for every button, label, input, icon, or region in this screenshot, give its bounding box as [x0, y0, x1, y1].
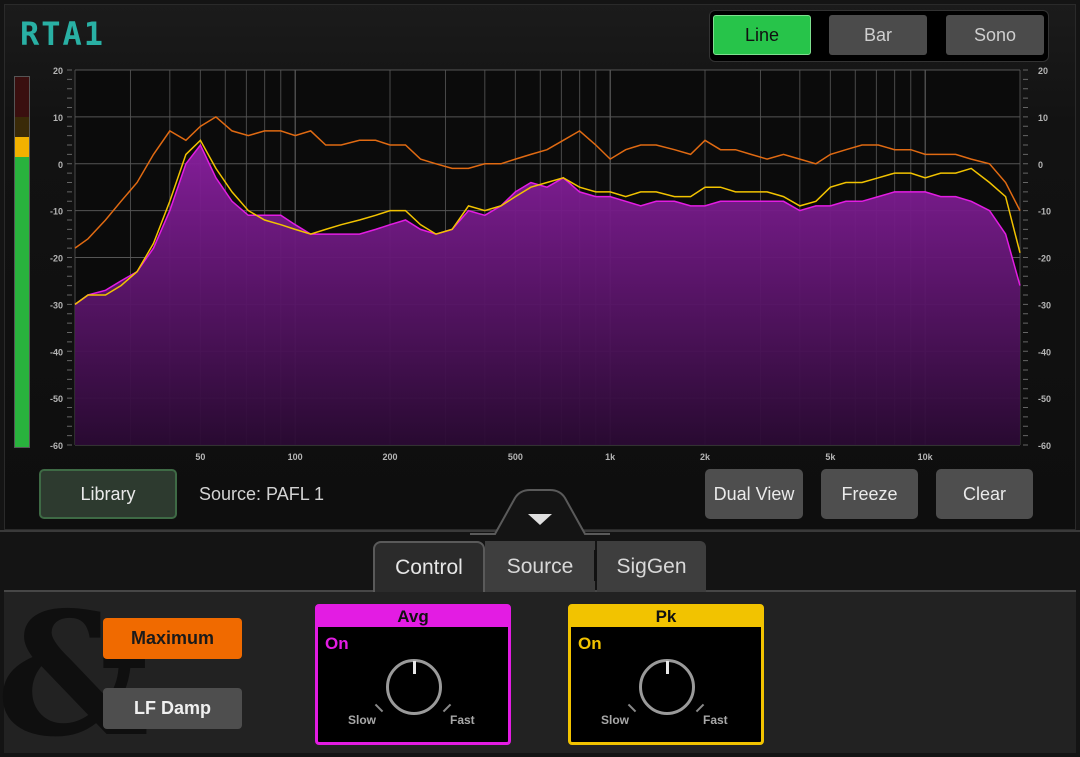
y-tick-label-left: -60 [50, 441, 63, 451]
rta-chart: 20 2010 100 0-10 -10-20 -20-30 -30-40 -40-50 -50… [50, 66, 1051, 462]
x-tick-label: 1k [605, 452, 616, 462]
avg-slow-label: Slow [348, 713, 377, 727]
y-tick-label-left: -30 [50, 300, 63, 310]
avg-title: Avg [318, 607, 508, 627]
rta-window: RTA1 Line Bar Sono 20 20 10 10 0 0 -10 -10 -20 -2… [0, 0, 1080, 757]
tab-siggen[interactable]: SigGen [597, 541, 706, 592]
collapse-handle[interactable] [470, 486, 610, 536]
source-label: Source: PAFL 1 [199, 484, 325, 504]
x-tick-label: 500 [508, 452, 523, 462]
library-button[interactable]: Library [39, 469, 177, 519]
maximum-button[interactable]: Maximum [103, 618, 242, 659]
y-tick-label-left: -40 [50, 347, 63, 357]
y-tick-label-right: -40 [1038, 347, 1051, 357]
avg-panel: Avg On Slow Fast [315, 604, 511, 745]
avg-on-toggle[interactable]: On [325, 634, 349, 654]
lf-damp-button[interactable]: LF Damp [103, 688, 242, 729]
x-tick-label: 200 [382, 452, 397, 462]
y-tick-label-left: 10 [53, 113, 63, 123]
freeze-button[interactable]: Freeze [821, 469, 918, 519]
pk-panel: Pk On Slow Fast [568, 604, 764, 745]
x-tick-label: 10k [918, 452, 934, 462]
y-tick-label-right: 10 [1038, 113, 1048, 123]
y-tick-label-left: -50 [50, 394, 63, 404]
x-tick-label: 2k [700, 452, 711, 462]
y-tick-label-right: -20 [1038, 254, 1051, 264]
y-tick-label-right: -30 [1038, 300, 1051, 310]
y-tick-label-right: -50 [1038, 394, 1051, 404]
dual-view-button[interactable]: Dual View [705, 469, 803, 519]
y-tick-label-left: -10 [50, 207, 63, 217]
avg-speed-knob[interactable] [386, 659, 442, 715]
y-tick-label-right: 0 [1038, 160, 1043, 170]
x-tick-label: 5k [825, 452, 836, 462]
pk-fast-label: Fast [703, 713, 728, 727]
y-tick-label-left: -20 [50, 254, 63, 264]
avg-knob-tick-fast [442, 703, 452, 713]
y-tick-label-right: -60 [1038, 441, 1051, 451]
x-tick-label: 50 [195, 452, 205, 462]
pk-title: Pk [571, 607, 761, 627]
pk-knob-tick-slow [627, 703, 637, 713]
x-tick-label: 100 [288, 452, 303, 462]
tab-source[interactable]: Source [485, 541, 595, 592]
pk-slow-label: Slow [601, 713, 630, 727]
pk-speed-knob[interactable] [639, 659, 695, 715]
clear-button[interactable]: Clear [936, 469, 1033, 519]
pk-on-toggle[interactable]: On [578, 634, 602, 654]
pk-knob-tick-fast [695, 703, 705, 713]
y-tick-label-left: 0 [58, 160, 63, 170]
y-tick-label-right: -10 [1038, 207, 1051, 217]
y-tick-label-right: 20 [1038, 66, 1048, 76]
tab-control[interactable]: Control [373, 541, 485, 592]
y-tick-label-left: 20 [53, 66, 63, 76]
avg-fast-label: Fast [450, 713, 475, 727]
avg-knob-tick-slow [374, 703, 384, 713]
